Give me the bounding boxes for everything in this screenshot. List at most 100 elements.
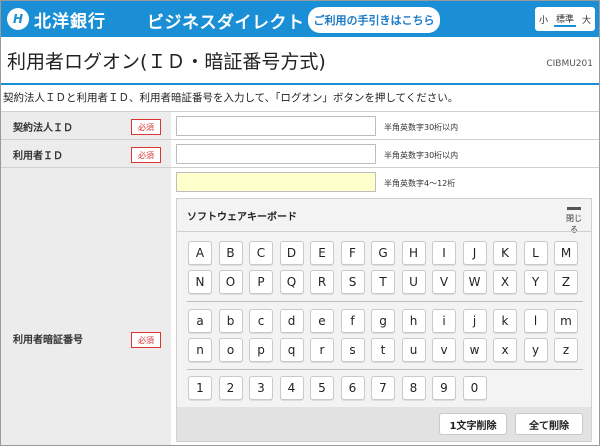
required-badge: 必須 (131, 119, 161, 135)
key-7[interactable]: 7 (371, 376, 395, 400)
password-input[interactable] (176, 172, 376, 192)
key-8[interactable]: 8 (401, 376, 426, 400)
key-x[interactable]: x (493, 338, 517, 362)
key-k[interactable]: k (493, 309, 517, 333)
delete-one-char-button[interactable]: 1文字削除 (439, 413, 507, 435)
bank-name: 北洋銀行 (34, 11, 106, 32)
keyboard-divider (177, 231, 591, 232)
key-G[interactable]: G (371, 241, 395, 265)
page-title: 利用者ログオン(ＩＤ・暗証番号方式) (7, 51, 326, 73)
instruction-text: 契約法人ＩＤと利用者ＩＤ、利用者暗証番号を入力して、「ログオン」ボタンを押してく… (3, 92, 459, 104)
key-H[interactable]: H (401, 241, 426, 265)
key-y[interactable]: y (523, 338, 548, 362)
key-o[interactable]: o (218, 338, 243, 362)
key-p[interactable]: p (249, 338, 273, 362)
page-title-row: 利用者ログオン(ＩＤ・暗証番号方式) CIBMU201 (1, 37, 599, 85)
key-9[interactable]: 9 (432, 376, 456, 400)
bank-logo: H 北洋銀行 (7, 8, 106, 32)
user-id-hint: 半角英数字30桁以内 (384, 151, 459, 160)
required-badge: 必須 (131, 332, 161, 348)
contract-id-input[interactable] (176, 116, 376, 136)
user-id-label: 利用者ＩＤ (13, 151, 63, 162)
key-b[interactable]: b (218, 309, 243, 333)
key-h[interactable]: h (401, 309, 426, 333)
font-size-switcher: 小 標準 大 (535, 7, 595, 31)
font-size-large[interactable]: 大 (580, 13, 593, 26)
key-g[interactable]: g (371, 309, 395, 333)
key-d[interactable]: d (279, 309, 304, 333)
software-keyboard: ソフトウェアキーボード 閉じる ABCDEFGHIJKLMNOPQRSTUVWX… (176, 198, 592, 442)
keyboard-divider (187, 301, 583, 302)
key-Z[interactable]: Z (554, 270, 578, 294)
key-z[interactable]: z (554, 338, 578, 362)
key-6[interactable]: 6 (340, 376, 365, 400)
service-name: ビジネスダイレクト (147, 13, 305, 33)
key-l[interactable]: l (523, 309, 548, 333)
key-2[interactable]: 2 (218, 376, 243, 400)
key-5[interactable]: 5 (310, 376, 334, 400)
key-K[interactable]: K (493, 241, 517, 265)
key-j[interactable]: j (462, 309, 487, 333)
font-size-standard[interactable]: 標準 (553, 12, 576, 27)
row-divider (1, 167, 599, 168)
key-I[interactable]: I (432, 241, 456, 265)
bank-logo-icon: H (7, 8, 29, 30)
key-1[interactable]: 1 (188, 376, 212, 400)
key-Q[interactable]: Q (279, 270, 304, 294)
key-R[interactable]: R (310, 270, 334, 294)
app-frame: H 北洋銀行 ビジネスダイレクト ご利用の手引きはこちら 小 標準 大 利用者ロ… (0, 0, 600, 446)
key-s[interactable]: s (340, 338, 365, 362)
keyboard-divider (187, 369, 583, 370)
key-W[interactable]: W (462, 270, 487, 294)
key-V[interactable]: V (432, 270, 456, 294)
key-4[interactable]: 4 (279, 376, 304, 400)
key-S[interactable]: S (340, 270, 365, 294)
key-B[interactable]: B (218, 241, 243, 265)
header-bar: H 北洋銀行 ビジネスダイレクト ご利用の手引きはこちら 小 標準 大 (1, 1, 599, 37)
row-divider (1, 111, 599, 112)
key-D[interactable]: D (279, 241, 304, 265)
key-O[interactable]: O (218, 270, 243, 294)
key-m[interactable]: m (554, 309, 578, 333)
font-size-small[interactable]: 小 (537, 13, 550, 26)
key-f[interactable]: f (340, 309, 365, 333)
key-L[interactable]: L (523, 241, 548, 265)
key-A[interactable]: A (188, 241, 212, 265)
key-v[interactable]: v (432, 338, 456, 362)
key-P[interactable]: P (249, 270, 273, 294)
key-T[interactable]: T (371, 270, 395, 294)
delete-all-button[interactable]: 全て削除 (515, 413, 583, 435)
key-Y[interactable]: Y (523, 270, 548, 294)
password-hint: 半角英数字4～12桁 (384, 179, 456, 188)
key-U[interactable]: U (401, 270, 426, 294)
key-q[interactable]: q (279, 338, 304, 362)
key-r[interactable]: r (310, 338, 334, 362)
keyboard-title: ソフトウェアキーボード (187, 212, 297, 223)
row-divider (1, 139, 599, 140)
contract-id-label: 契約法人ＩＤ (13, 123, 73, 134)
key-a[interactable]: a (188, 309, 212, 333)
key-N[interactable]: N (188, 270, 212, 294)
key-X[interactable]: X (493, 270, 517, 294)
key-n[interactable]: n (188, 338, 212, 362)
key-E[interactable]: E (310, 241, 334, 265)
key-J[interactable]: J (462, 241, 487, 265)
key-c[interactable]: c (249, 309, 273, 333)
key-i[interactable]: i (432, 309, 456, 333)
minimize-icon (567, 207, 581, 210)
key-u[interactable]: u (401, 338, 426, 362)
password-label: 利用者暗証番号 (13, 335, 83, 346)
key-3[interactable]: 3 (249, 376, 273, 400)
user-guide-button[interactable]: ご利用の手引きはこちら (308, 7, 440, 33)
key-0[interactable]: 0 (462, 376, 487, 400)
user-id-input[interactable] (176, 144, 376, 164)
key-C[interactable]: C (249, 241, 273, 265)
key-w[interactable]: w (462, 338, 487, 362)
key-t[interactable]: t (371, 338, 395, 362)
keyboard-footer: 1文字削除 全て削除 (177, 407, 591, 441)
key-F[interactable]: F (340, 241, 365, 265)
required-badge: 必須 (131, 147, 161, 163)
page-id: CIBMU201 (546, 59, 593, 69)
key-e[interactable]: e (310, 309, 334, 333)
key-M[interactable]: M (554, 241, 578, 265)
